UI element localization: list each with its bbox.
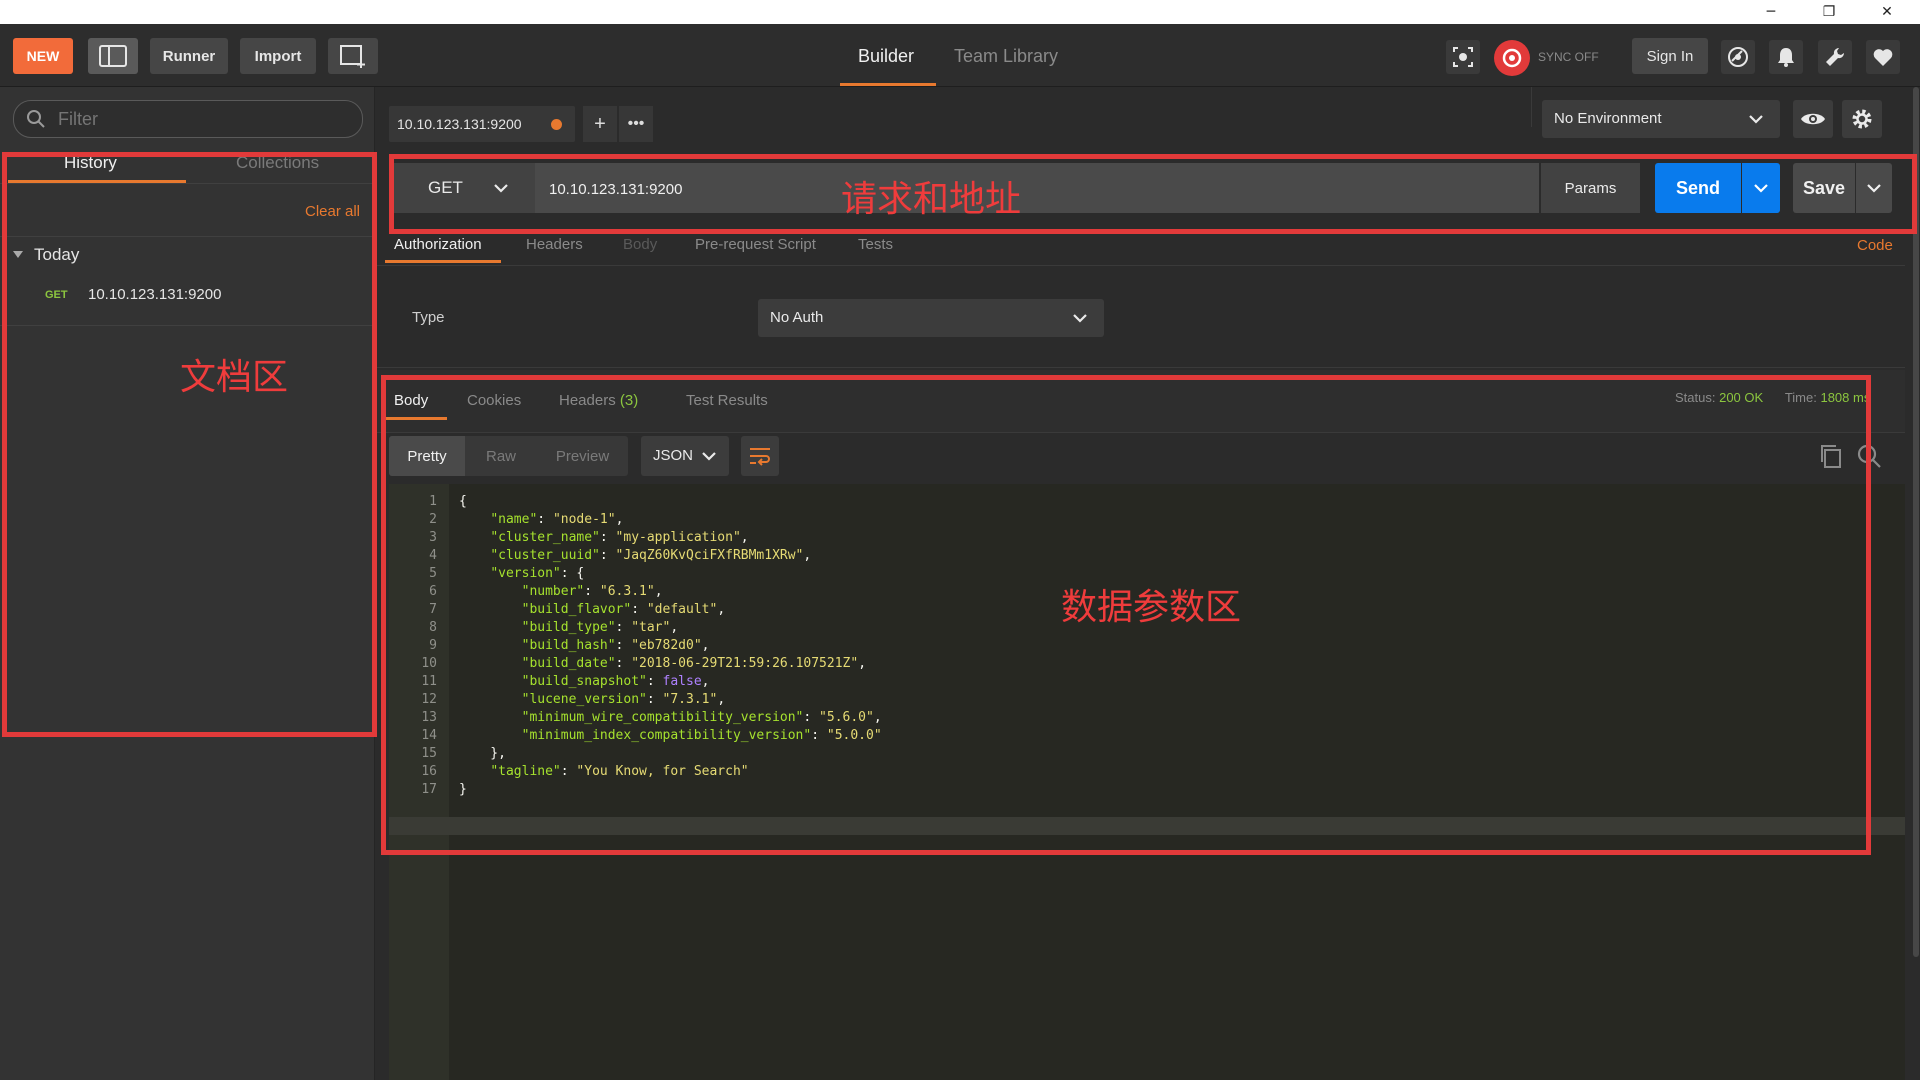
tab-authorization-underline <box>385 260 501 263</box>
tab-pre-request-script[interactable]: Pre-request Script <box>695 236 816 253</box>
search-icon <box>27 110 45 128</box>
nav-builder[interactable]: Builder <box>858 46 914 67</box>
unsaved-dot-icon <box>551 119 562 130</box>
tab-authorization[interactable]: Authorization <box>394 236 482 253</box>
divider <box>375 367 1905 368</box>
environment-value: No Environment <box>1554 110 1662 127</box>
tab-tests[interactable]: Tests <box>858 236 893 253</box>
auth-type-select[interactable]: No Auth <box>758 299 1104 337</box>
restore-button[interactable]: ❐ <box>1806 0 1852 24</box>
environment-select[interactable]: No Environment <box>1542 100 1780 138</box>
import-button[interactable]: Import <box>240 38 316 74</box>
gear-icon <box>1852 109 1872 129</box>
doc-area-annotation-box <box>2 152 377 737</box>
code-link[interactable]: Code <box>1857 237 1893 254</box>
add-tab-button[interactable]: + <box>583 106 617 142</box>
filter-input[interactable] <box>56 107 350 131</box>
request-tab[interactable]: 10.10.123.131:9200 <box>389 106 575 142</box>
sync-icon <box>1502 48 1522 68</box>
favorite-button[interactable] <box>1866 40 1900 74</box>
environment-quick-look-button[interactable] <box>1793 100 1833 138</box>
sidebar-layout-icon <box>99 45 127 67</box>
new-window-button[interactable] <box>328 38 378 74</box>
nav-builder-underline <box>840 83 936 86</box>
tab-options-button[interactable]: ••• <box>619 106 653 142</box>
sign-in-button[interactable]: Sign In <box>1632 38 1708 74</box>
scrollbar-track[interactable] <box>1912 87 1920 1080</box>
notifications-button[interactable] <box>1769 40 1803 74</box>
manage-environments-button[interactable] <box>1842 100 1882 138</box>
sync-status-text: SYNC OFF <box>1538 50 1599 64</box>
plus-icon: + <box>594 112 606 135</box>
nav-team-library[interactable]: Team Library <box>954 46 1058 67</box>
sync-button[interactable] <box>1494 40 1530 76</box>
heart-icon <box>1873 49 1893 66</box>
window-title-bar: ─ ❐ ✕ <box>0 0 1920 24</box>
close-button[interactable]: ✕ <box>1864 0 1910 24</box>
app-header: NEW Runner Import Builder Team Library S… <box>0 24 1920 87</box>
settings-button[interactable] <box>1818 40 1852 74</box>
sidebar-toggle-button[interactable] <box>88 38 138 74</box>
eye-icon <box>1801 113 1825 125</box>
tab-body[interactable]: Body <box>623 236 657 253</box>
chevron-down-icon <box>1749 115 1763 124</box>
wrench-icon <box>1826 47 1845 66</box>
divider <box>375 265 1905 266</box>
auth-type-value: No Auth <box>770 309 824 326</box>
filter-box[interactable] <box>13 100 363 138</box>
bell-icon <box>1778 48 1794 67</box>
request-area-annotation-box <box>389 154 1917 234</box>
runner-button[interactable]: Runner <box>150 38 228 74</box>
interceptor-button[interactable] <box>1721 40 1755 74</box>
divider <box>1531 87 1532 127</box>
new-window-icon <box>340 45 365 68</box>
capture-button[interactable] <box>1446 40 1480 74</box>
request-area-annotation-label: 请求和地址 <box>841 179 1022 220</box>
minimize-button[interactable]: ─ <box>1748 0 1794 24</box>
request-tab-title: 10.10.123.131:9200 <box>397 116 522 132</box>
tab-headers[interactable]: Headers <box>526 236 583 253</box>
satellite-icon <box>1453 47 1473 67</box>
doc-area-annotation-label: 文档区 <box>180 357 289 398</box>
auth-type-label: Type <box>412 309 445 326</box>
satellite-dish-icon <box>1728 47 1748 67</box>
chevron-down-icon <box>1073 314 1087 323</box>
ellipsis-icon: ••• <box>627 115 645 132</box>
data-area-annotation-label: 数据参数区 <box>1061 587 1242 628</box>
new-button[interactable]: NEW <box>13 38 73 74</box>
